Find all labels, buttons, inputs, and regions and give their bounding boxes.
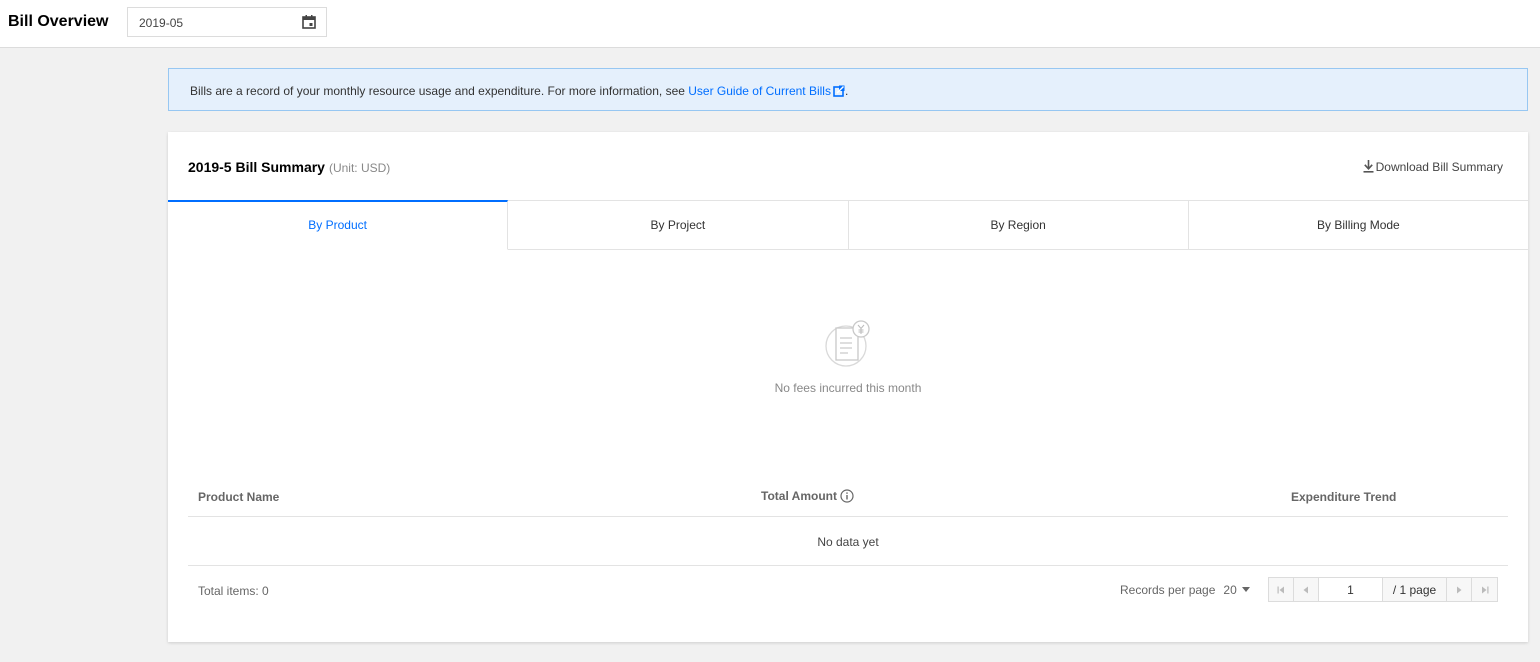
notice-text: Bills are a record of your monthly resou…: [190, 84, 689, 98]
user-guide-link[interactable]: User Guide of Current Bills: [688, 84, 831, 98]
records-per-page-label: Records per page: [1120, 583, 1216, 597]
pagination: / 1 page: [1268, 577, 1498, 602]
tab-by-billing-mode[interactable]: By Billing Mode: [1188, 200, 1528, 250]
notice-suffix: .: [844, 84, 849, 98]
summary-tabs: By Product By Project By Region By Billi…: [168, 200, 1528, 250]
info-icon[interactable]: [840, 489, 854, 503]
empty-bill-icon: [825, 320, 870, 367]
records-per-page-select[interactable]: 20: [1223, 583, 1250, 597]
tab-by-product[interactable]: By Product: [168, 200, 509, 250]
prev-page-icon: [1303, 586, 1308, 593]
download-label: Download Bill Summary: [1375, 160, 1503, 174]
total-items-count: 0: [262, 584, 269, 598]
tab-by-project[interactable]: By Project: [508, 200, 849, 250]
column-expenditure-trend: Expenditure Trend: [1291, 490, 1397, 504]
first-page-icon: [1277, 586, 1284, 593]
info-notice: Bills are a record of your monthly resou…: [168, 68, 1528, 111]
records-per-page-value: 20: [1223, 583, 1237, 597]
prev-page-button[interactable]: [1294, 578, 1319, 601]
column-product-name: Product Name: [198, 490, 280, 504]
total-items-label: Total items:: [198, 584, 259, 598]
month-picker[interactable]: 2019-05: [127, 7, 327, 37]
table-header: Product Name Total Amount Expenditure Tr…: [188, 480, 1508, 517]
summary-title-text: 2019-5 Bill Summary: [188, 159, 325, 175]
page-total: / 1 page: [1383, 578, 1447, 601]
month-picker-value: 2019-05: [139, 16, 184, 30]
page-title: Bill Overview: [8, 13, 109, 30]
last-page-button[interactable]: [1472, 578, 1497, 601]
last-page-icon: [1481, 586, 1488, 593]
download-summary-button[interactable]: Download Bill Summary: [1363, 160, 1503, 174]
column-total-amount: Total Amount: [761, 489, 854, 503]
summary-title: 2019-5 Bill Summary (Unit: USD): [188, 159, 390, 175]
tab-by-region[interactable]: By Region: [848, 200, 1189, 250]
external-link-icon[interactable]: [833, 85, 845, 97]
download-icon: [1363, 160, 1374, 173]
page-number-input[interactable]: [1319, 578, 1383, 601]
summary-unit: (Unit: USD): [328, 161, 391, 175]
bill-summary-card: 2019-5 Bill Summary (Unit: USD) Download …: [168, 132, 1528, 642]
calendar-icon[interactable]: [301, 14, 317, 30]
caret-down-icon: [1241, 587, 1250, 592]
top-bar: Bill Overview 2019-05: [0, 0, 1540, 48]
empty-state-text: No fees incurred this month: [774, 381, 922, 395]
column-total-amount-label: Total Amount: [761, 489, 837, 503]
next-page-icon: [1457, 586, 1462, 593]
records-per-page: Records per page 20: [1120, 583, 1250, 597]
first-page-button[interactable]: [1269, 578, 1294, 601]
total-items: Total items: 0: [198, 584, 269, 598]
table-empty-row: No data yet: [188, 517, 1508, 566]
next-page-button[interactable]: [1447, 578, 1472, 601]
